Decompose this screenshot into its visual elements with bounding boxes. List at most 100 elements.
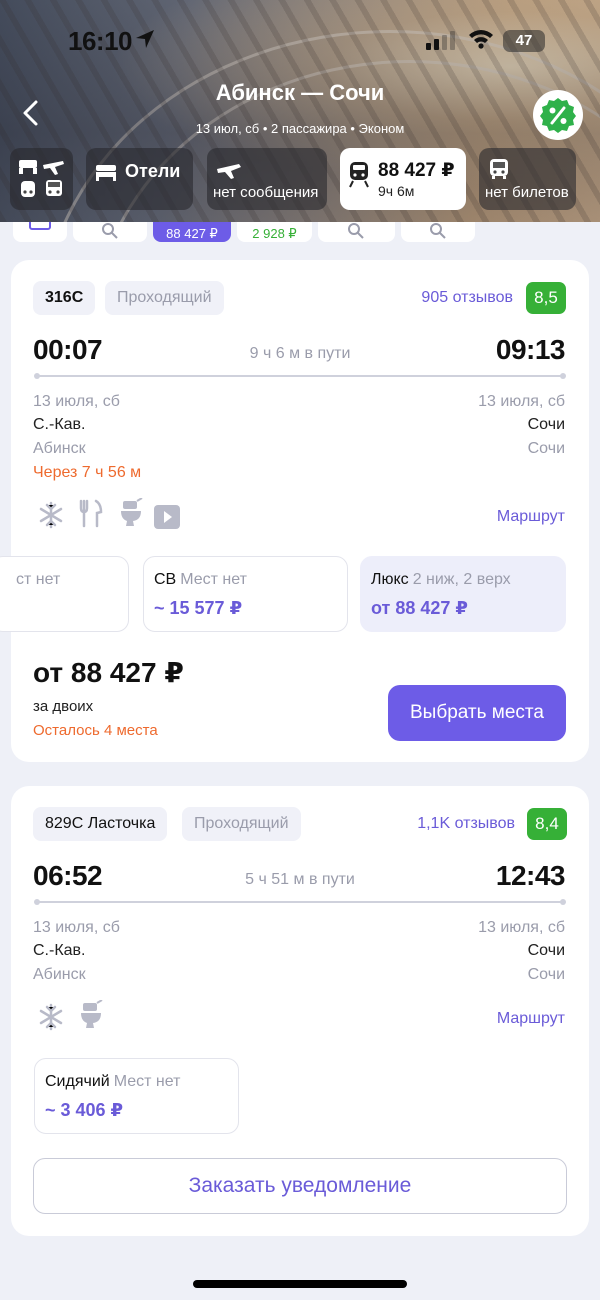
seat-class-name: ст нет bbox=[12, 571, 60, 589]
filter-chip[interactable] bbox=[73, 222, 147, 242]
percent-badge-icon bbox=[540, 98, 576, 133]
video-icon bbox=[154, 505, 180, 529]
arrival-city: Сочи bbox=[527, 440, 565, 457]
location-arrow-icon bbox=[134, 28, 156, 55]
bus-icon bbox=[490, 159, 508, 179]
departure-date: 13 июля, сб bbox=[33, 919, 120, 936]
seat-price: ~ 15 577 ₽ bbox=[154, 598, 243, 618]
seat-class-option[interactable]: ст нет bbox=[0, 556, 129, 632]
seat-class-option[interactable]: Сидячий Мест нет ~ 3 406 ₽ bbox=[34, 1058, 239, 1134]
filter-chip-price[interactable]: 2 928 ₽ bbox=[237, 222, 312, 242]
snowflake-icon bbox=[39, 1003, 63, 1031]
all-transport-icon bbox=[19, 160, 64, 197]
train-number: 316С bbox=[33, 281, 96, 315]
battery-level: 47 bbox=[515, 32, 533, 49]
route-title[interactable]: Абинск — Сочи bbox=[0, 80, 600, 106]
train-icon bbox=[349, 162, 369, 188]
seat-price: ~ 3 406 ₽ bbox=[45, 1100, 124, 1120]
departure-city: Абинск bbox=[33, 966, 86, 983]
reviews-link[interactable]: 905 отзывов bbox=[421, 289, 513, 307]
transport-tabs: Отели нет сообщения 88 427 ₽ 9ч 6м нет б… bbox=[0, 148, 600, 210]
filter-chip[interactable] bbox=[13, 222, 67, 242]
arrival-city: Сочи bbox=[527, 966, 565, 983]
seat-class-name: СВ Мест нет bbox=[154, 571, 247, 589]
seat-class-label: СВ bbox=[154, 571, 177, 588]
rating-badge: 8,4 bbox=[527, 808, 567, 840]
tab-plane[interactable]: нет сообщения bbox=[207, 148, 327, 210]
seat-availability: Мест нет bbox=[180, 571, 247, 588]
status-time: 16:10 bbox=[68, 26, 133, 56]
choose-seats-button[interactable]: Выбрать места bbox=[388, 685, 566, 741]
seat-availability: Мест нет bbox=[113, 1073, 181, 1090]
filter-chip[interactable] bbox=[318, 222, 395, 242]
notify-me-button[interactable]: Заказать уведомление bbox=[33, 1158, 567, 1214]
departure-date: 13 июля, сб bbox=[33, 393, 120, 410]
tab-train[interactable]: 88 427 ₽ 9ч 6м bbox=[340, 148, 466, 210]
seat-class-name: Люкс 2 ниж, 2 верх bbox=[371, 571, 511, 589]
bed-icon bbox=[96, 165, 116, 181]
tab-train-duration: 9ч 6м bbox=[378, 183, 415, 199]
home-indicator[interactable] bbox=[193, 1280, 407, 1288]
filter-chips: 88 427 ₽ 2 928 ₽ bbox=[0, 222, 600, 244]
route-link[interactable]: Маршрут bbox=[497, 1010, 565, 1028]
train-tag: Проходящий bbox=[105, 281, 224, 315]
seat-class-label: Сидячий bbox=[45, 1073, 110, 1090]
arrival-station: Сочи bbox=[527, 942, 565, 959]
header-banner: 16:10 47 Абинск — Сочи 13 июл, сб • 2 па… bbox=[0, 0, 600, 222]
tab-train-price: 88 427 ₽ bbox=[378, 160, 455, 181]
reviews-link[interactable]: 1,1K отзывов bbox=[417, 815, 515, 833]
seat-availability: 2 ниж, 2 верх bbox=[412, 571, 511, 588]
status-bar: 16:10 47 bbox=[0, 22, 600, 58]
train-number: 829С Ласточка bbox=[33, 807, 168, 841]
toilet-icon bbox=[121, 498, 143, 526]
search-icon bbox=[102, 223, 118, 239]
snowflake-icon bbox=[39, 501, 63, 529]
search-icon bbox=[430, 223, 446, 239]
search-icon bbox=[348, 223, 364, 239]
seat-class-name: Сидячий Мест нет bbox=[45, 1073, 180, 1091]
filter-chip[interactable] bbox=[401, 222, 475, 242]
route-track bbox=[34, 899, 566, 905]
filter-chip-price[interactable]: 88 427 ₽ bbox=[153, 222, 231, 242]
seat-class-option[interactable]: Люкс 2 ниж, 2 верх от 88 427 ₽ bbox=[360, 556, 566, 632]
rating-badge: 8,5 bbox=[526, 282, 566, 314]
seat-availability: ст нет bbox=[16, 571, 61, 588]
battery-icon: 47 bbox=[503, 30, 545, 52]
filter-chip-price-label: 88 427 ₽ bbox=[166, 226, 218, 241]
travel-duration: 5 ч 51 м в пути bbox=[245, 871, 355, 888]
departure-time: 00:07 bbox=[33, 334, 103, 365]
tab-bus[interactable]: нет билетов bbox=[479, 148, 576, 210]
route-link[interactable]: Маршрут bbox=[497, 508, 565, 526]
total-price: от 88 427 ₽ bbox=[33, 657, 184, 688]
departure-station: С.-Кав. bbox=[33, 416, 86, 433]
price-for-passengers: за двоих bbox=[33, 698, 94, 715]
discount-button[interactable] bbox=[533, 90, 583, 140]
fork-knife-icon bbox=[79, 499, 103, 528]
seats-left: Осталось 4 места bbox=[33, 722, 158, 739]
arrival-date: 13 июля, сб bbox=[478, 393, 565, 410]
wifi-icon bbox=[468, 28, 494, 55]
tab-bus-label: нет билетов bbox=[485, 184, 569, 201]
tab-hotels[interactable]: Отели bbox=[86, 148, 193, 210]
seat-class-label: Люкс bbox=[371, 571, 409, 588]
train-card[interactable]: 316С Проходящий 905 отзывов 8,5 00:07 9 … bbox=[0, 260, 589, 762]
arrival-time: 09:13 bbox=[495, 334, 566, 365]
train-card[interactable]: 829С Ласточка Проходящий 1,1K отзывов 8,… bbox=[11, 786, 589, 1236]
departure-station: С.-Кав. bbox=[33, 942, 86, 959]
route-track bbox=[34, 373, 566, 379]
arrival-station: Сочи bbox=[527, 416, 565, 433]
tab-all-transport[interactable] bbox=[10, 148, 73, 210]
calendar-icon bbox=[29, 222, 51, 230]
cellular-signal-icon bbox=[426, 30, 458, 55]
tab-hotels-label: Отели bbox=[125, 161, 181, 181]
plane-icon bbox=[217, 164, 241, 179]
seat-class-option[interactable]: СВ Мест нет ~ 15 577 ₽ bbox=[143, 556, 348, 632]
departs-in: Через 7 ч 56 м bbox=[33, 464, 142, 481]
departure-time: 06:52 bbox=[33, 860, 103, 891]
filter-chip-price-label: 2 928 ₽ bbox=[252, 226, 297, 241]
tab-plane-label: нет сообщения bbox=[213, 184, 319, 201]
travel-duration: 9 ч 6 м в пути bbox=[249, 345, 351, 362]
arrival-date: 13 июля, сб bbox=[478, 919, 565, 936]
seat-price: от 88 427 ₽ bbox=[371, 598, 468, 618]
route-subtitle[interactable]: 13 июл, сб • 2 пассажира • Эконом bbox=[0, 121, 600, 136]
